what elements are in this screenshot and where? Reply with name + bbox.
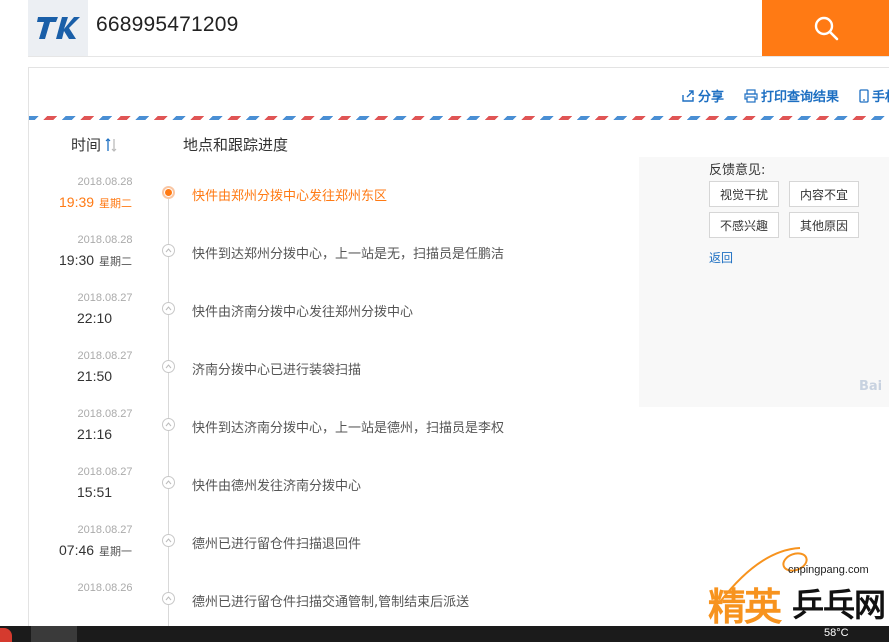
row-date: 2018.08.28	[77, 234, 133, 246]
row-time: 15:51	[55, 484, 167, 500]
phone-icon	[859, 88, 869, 103]
row-time-value: 21:50	[77, 368, 113, 384]
search-icon	[814, 16, 838, 41]
divider	[28, 56, 889, 57]
ad-feedback-panel: 反馈意见: 视觉干扰 内容不宜 不感兴趣 其他原因 返回 Bai	[639, 157, 889, 407]
watermark-name-b: 乒乓网	[792, 586, 886, 624]
row-time-value: 19:30	[59, 252, 95, 268]
row-description: 快件由郑州分拨中心发往郑州东区	[192, 189, 388, 204]
mobile-label: 手机	[871, 90, 889, 105]
row-time-value: 22:10	[77, 310, 113, 326]
search-button[interactable]	[762, 0, 889, 56]
row-description: 快件到达济南分拨中心，上一站是德州，扫描员是李权	[192, 421, 505, 436]
timeline-row: 2018.08.27 15:51 快件由德州发往济南分拨中心	[29, 466, 629, 524]
print-button[interactable]: 打印查询结果	[744, 86, 839, 105]
row-time-value: 15:51	[77, 484, 113, 500]
row-date: 2018.08.28	[77, 176, 133, 188]
row-time: 21:50	[55, 368, 167, 384]
row-description: 德州已进行留仓件扫描交通管制,管制结束后派送	[192, 595, 470, 610]
share-icon	[682, 89, 694, 102]
watermark: cnpingpang.com 精英 乒乓网	[700, 540, 889, 632]
share-button[interactable]: 分享	[681, 86, 724, 105]
taskbar-app-button[interactable]	[31, 626, 77, 642]
temperature-readout: 58°C	[824, 627, 849, 639]
chevron-up-icon	[162, 534, 175, 547]
feedback-option-not-interested[interactable]: 不感兴趣	[709, 212, 779, 238]
timeline-row: 2018.08.27 07:46 星期一 德州已进行留仓件扫描退回件	[29, 524, 629, 582]
feedback-title: 反馈意见:	[709, 163, 766, 178]
row-time: 21:16	[55, 426, 167, 442]
row-date: 2018.08.27	[77, 466, 133, 478]
row-time: 19:30 星期二	[55, 252, 167, 269]
feedback-back-link[interactable]: 返回	[709, 249, 733, 266]
row-weekday: 星期二	[99, 256, 133, 268]
row-time: 22:10	[55, 310, 167, 326]
timeline-row: 2018.08.27 22:10 快件由济南分拨中心发往郑州分拨中心	[29, 292, 629, 350]
row-time: 19:39 星期二	[55, 194, 167, 211]
chevron-up-icon	[162, 244, 175, 257]
row-date: 2018.08.26	[77, 582, 133, 594]
timeline-row: 2018.08.28 19:30 星期二 快件到达郑州分拨中心，上一站是无，扫描员…	[29, 234, 629, 292]
print-label: 打印查询结果	[760, 90, 839, 105]
place-column-header: 地点和跟踪进度	[183, 136, 289, 154]
row-date: 2018.08.27	[77, 408, 133, 420]
row-date: 2018.08.27	[77, 350, 133, 362]
row-date: 2018.08.27	[77, 524, 133, 536]
share-label: 分享	[697, 90, 724, 105]
feedback-option-content[interactable]: 内容不宜	[789, 181, 859, 207]
row-time-value: 07:46	[59, 542, 95, 558]
row-description: 德州已进行留仓件扫描退回件	[192, 537, 362, 552]
printer-icon	[744, 88, 758, 103]
time-header-label: 时间	[71, 136, 102, 154]
time-column-header[interactable]: 时间	[71, 134, 117, 155]
action-bar: 分享 打印查询结果 手机	[681, 86, 889, 105]
row-time-value: 21:16	[77, 426, 113, 442]
row-date: 2018.08.27	[77, 292, 133, 304]
watermark-name-a: 精英	[708, 585, 782, 629]
airmail-border	[29, 116, 889, 120]
timeline-row: 2018.08.27 21:16 快件到达济南分拨中心，上一站是德州，扫描员是李…	[29, 408, 629, 466]
watermark-url: cnpingpang.com	[788, 564, 869, 576]
row-time: 07:46 星期一	[55, 542, 167, 559]
mobile-button[interactable]: 手机	[859, 86, 889, 105]
row-weekday: 星期一	[99, 546, 133, 558]
taskbar-app-icon[interactable]	[0, 628, 12, 642]
baidu-logo: Bai	[859, 379, 883, 394]
row-description: 快件由济南分拨中心发往郑州分拨中心	[192, 305, 414, 320]
search-input[interactable]: 668995471209	[96, 13, 239, 37]
row-description: 快件到达郑州分拨中心，上一站是无，扫描员是任鹏洁	[192, 247, 505, 262]
feedback-option-visual[interactable]: 视觉干扰	[709, 181, 779, 207]
current-status-dot-icon	[162, 186, 175, 199]
chevron-up-icon	[162, 476, 175, 489]
sort-icon[interactable]	[105, 137, 117, 153]
row-description: 快件由德州发往济南分拨中心	[192, 479, 362, 494]
row-weekday: 星期二	[99, 198, 133, 210]
chevron-up-icon	[162, 592, 175, 605]
top-search-bar: 668995471209	[0, 0, 889, 56]
chevron-up-icon	[162, 302, 175, 315]
row-time-value: 19:39	[59, 194, 95, 210]
feedback-option-other[interactable]: 其他原因	[789, 212, 859, 238]
chevron-up-icon	[162, 360, 175, 373]
kuaidi-logo[interactable]	[28, 0, 88, 56]
taskbar: 58°C	[0, 626, 889, 642]
chevron-up-icon	[162, 418, 175, 431]
timeline-row: 2018.08.28 19:39 星期二 快件由郑州分拨中心发往郑州东区	[29, 176, 629, 234]
row-description: 济南分拨中心已进行装袋扫描	[192, 363, 362, 378]
timeline-row: 2018.08.27 21:50 济南分拨中心已进行装袋扫描	[29, 350, 629, 408]
logo-icon	[37, 17, 80, 39]
